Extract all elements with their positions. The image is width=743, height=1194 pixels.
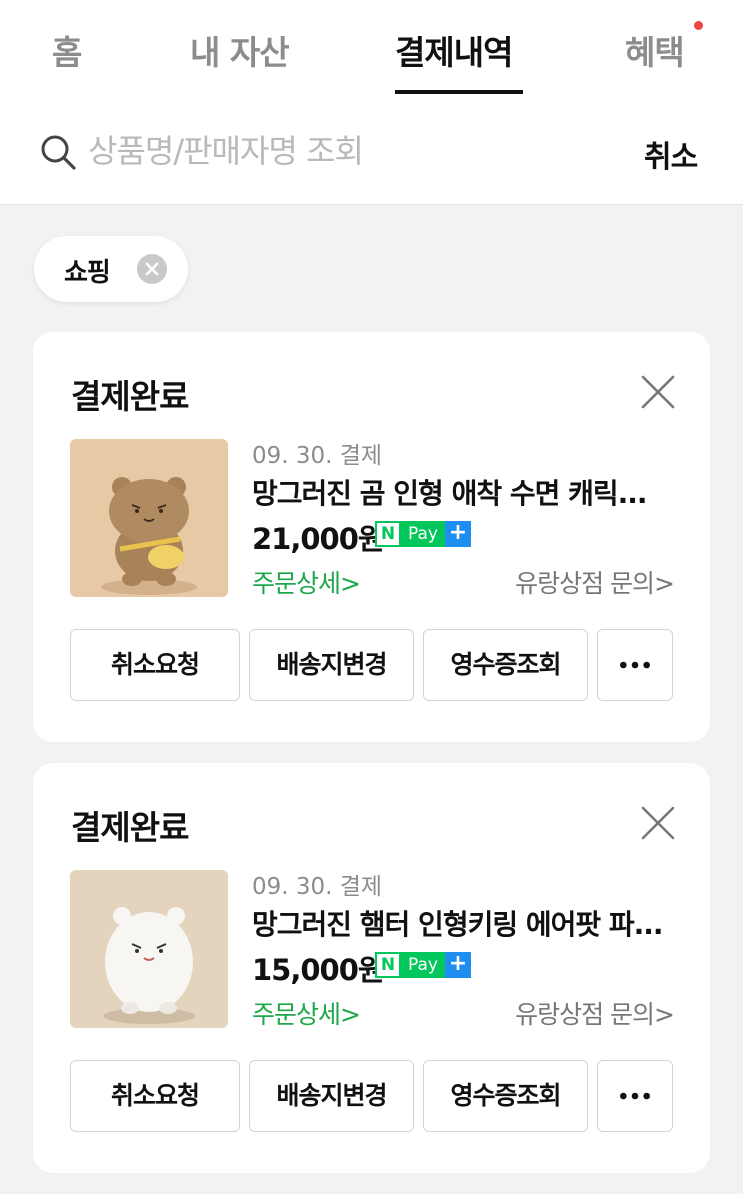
- product-price: 21,000원: [252, 522, 385, 556]
- plus-icon: +: [445, 521, 471, 547]
- active-tab-indicator: [395, 90, 523, 94]
- tab-my-assets[interactable]: 내 자산: [190, 26, 290, 82]
- search-input[interactable]: [88, 126, 608, 176]
- more-options-button[interactable]: [597, 1060, 673, 1132]
- npay-pay-label: Pay: [401, 521, 445, 547]
- product-price: 15,000원: [252, 953, 385, 987]
- close-icon[interactable]: [640, 805, 676, 841]
- search-cancel-button[interactable]: 취소: [644, 132, 698, 176]
- order-status: 결제완료: [71, 808, 189, 847]
- order-detail-link[interactable]: 주문상세>: [252, 564, 361, 600]
- filter-chip-label: 쇼핑: [64, 258, 111, 288]
- npay-n-mark: N: [375, 521, 401, 547]
- product-name[interactable]: 망그러진 햄터 인형키링 에어팟 파...: [252, 903, 684, 943]
- order-card: 결제완료 09. 30. 결제 망그러진 곰 인형 애착 수면 캐릭... 21…: [33, 332, 710, 742]
- product-thumbnail-hamster[interactable]: [70, 870, 228, 1028]
- order-date: 09. 30. 결제: [252, 874, 383, 900]
- order-card: 결제완료 09. 30. 결제 망그러진 햄터 인형키링 에어팟 파... 15…: [33, 763, 710, 1173]
- filter-chip-shopping[interactable]: 쇼핑: [34, 236, 188, 302]
- product-name[interactable]: 망그러진 곰 인형 애착 수면 캐릭...: [252, 472, 684, 512]
- npay-n-mark: N: [375, 952, 401, 978]
- more-dots-icon: [620, 1092, 650, 1100]
- shop-inquiry-link[interactable]: 유랑상점 문의>: [515, 564, 675, 600]
- product-thumbnail-bear[interactable]: [70, 439, 228, 597]
- order-status: 결제완료: [71, 377, 189, 416]
- top-header: 홈 내 자산 결제내역 혜택 취소: [0, 0, 743, 205]
- tab-home[interactable]: 홈: [52, 26, 82, 82]
- cancel-request-button[interactable]: 취소요청: [70, 629, 240, 701]
- change-address-button[interactable]: 배송지변경: [249, 629, 414, 701]
- tab-benefits[interactable]: 혜택: [625, 26, 685, 82]
- more-options-button[interactable]: [597, 629, 673, 701]
- new-badge-dot: [694, 21, 703, 30]
- view-receipt-button[interactable]: 영수증조회: [423, 629, 588, 701]
- tab-payment-history[interactable]: 결제내역: [395, 26, 513, 82]
- change-address-button[interactable]: 배송지변경: [249, 1060, 414, 1132]
- npay-pay-label: Pay: [401, 952, 445, 978]
- order-date: 09. 30. 결제: [252, 443, 383, 469]
- more-dots-icon: [620, 661, 650, 669]
- shop-inquiry-link[interactable]: 유랑상점 문의>: [515, 995, 675, 1031]
- hamster-plush-image: [70, 870, 228, 1028]
- plus-icon: +: [445, 952, 471, 978]
- close-icon[interactable]: [640, 374, 676, 410]
- chip-remove-icon[interactable]: [137, 254, 167, 284]
- search-icon: [41, 135, 76, 170]
- cancel-request-button[interactable]: 취소요청: [70, 1060, 240, 1132]
- view-receipt-button[interactable]: 영수증조회: [423, 1060, 588, 1132]
- bear-plush-image: [70, 439, 228, 597]
- order-detail-link[interactable]: 주문상세>: [252, 995, 361, 1031]
